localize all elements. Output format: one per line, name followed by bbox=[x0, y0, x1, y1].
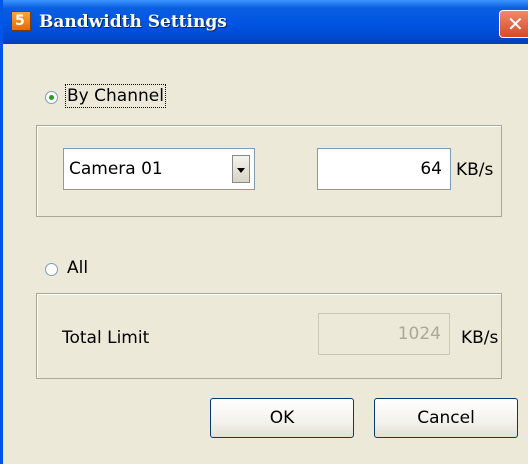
total-limit-unit: KB/s bbox=[461, 328, 499, 348]
close-button[interactable]: ✕ bbox=[499, 10, 528, 38]
radio-selected-dot bbox=[49, 95, 54, 100]
channel-select[interactable]: Camera 01 bbox=[63, 148, 255, 190]
channel-rate-value: 64 bbox=[420, 159, 442, 179]
ok-button[interactable]: OK bbox=[210, 398, 354, 438]
channel-rate-input[interactable]: 64 bbox=[317, 148, 451, 190]
all-label[interactable]: All bbox=[67, 258, 88, 278]
total-limit-value: 1024 bbox=[397, 324, 441, 344]
title-bar[interactable]: 5 Bandwidth Settings ✕ bbox=[3, 0, 528, 44]
total-limit-input[interactable]: 1024 bbox=[318, 313, 450, 355]
cancel-button[interactable]: Cancel bbox=[374, 398, 518, 438]
chevron-down-icon bbox=[237, 168, 245, 173]
all-radio[interactable] bbox=[45, 263, 58, 276]
bandwidth-settings-dialog: 5 Bandwidth Settings ✕ By Channel Camera… bbox=[0, 0, 528, 464]
app-icon: 5 bbox=[11, 11, 31, 31]
channel-select-value: Camera 01 bbox=[69, 159, 163, 179]
by-channel-label[interactable]: By Channel bbox=[65, 84, 166, 108]
by-channel-radio[interactable] bbox=[45, 91, 58, 104]
dialog-title: Bandwidth Settings bbox=[39, 12, 227, 32]
close-icon: ✕ bbox=[507, 12, 524, 36]
channel-rate-unit: KB/s bbox=[456, 160, 494, 180]
dropdown-button[interactable] bbox=[232, 155, 250, 183]
total-limit-label: Total Limit bbox=[62, 328, 150, 348]
